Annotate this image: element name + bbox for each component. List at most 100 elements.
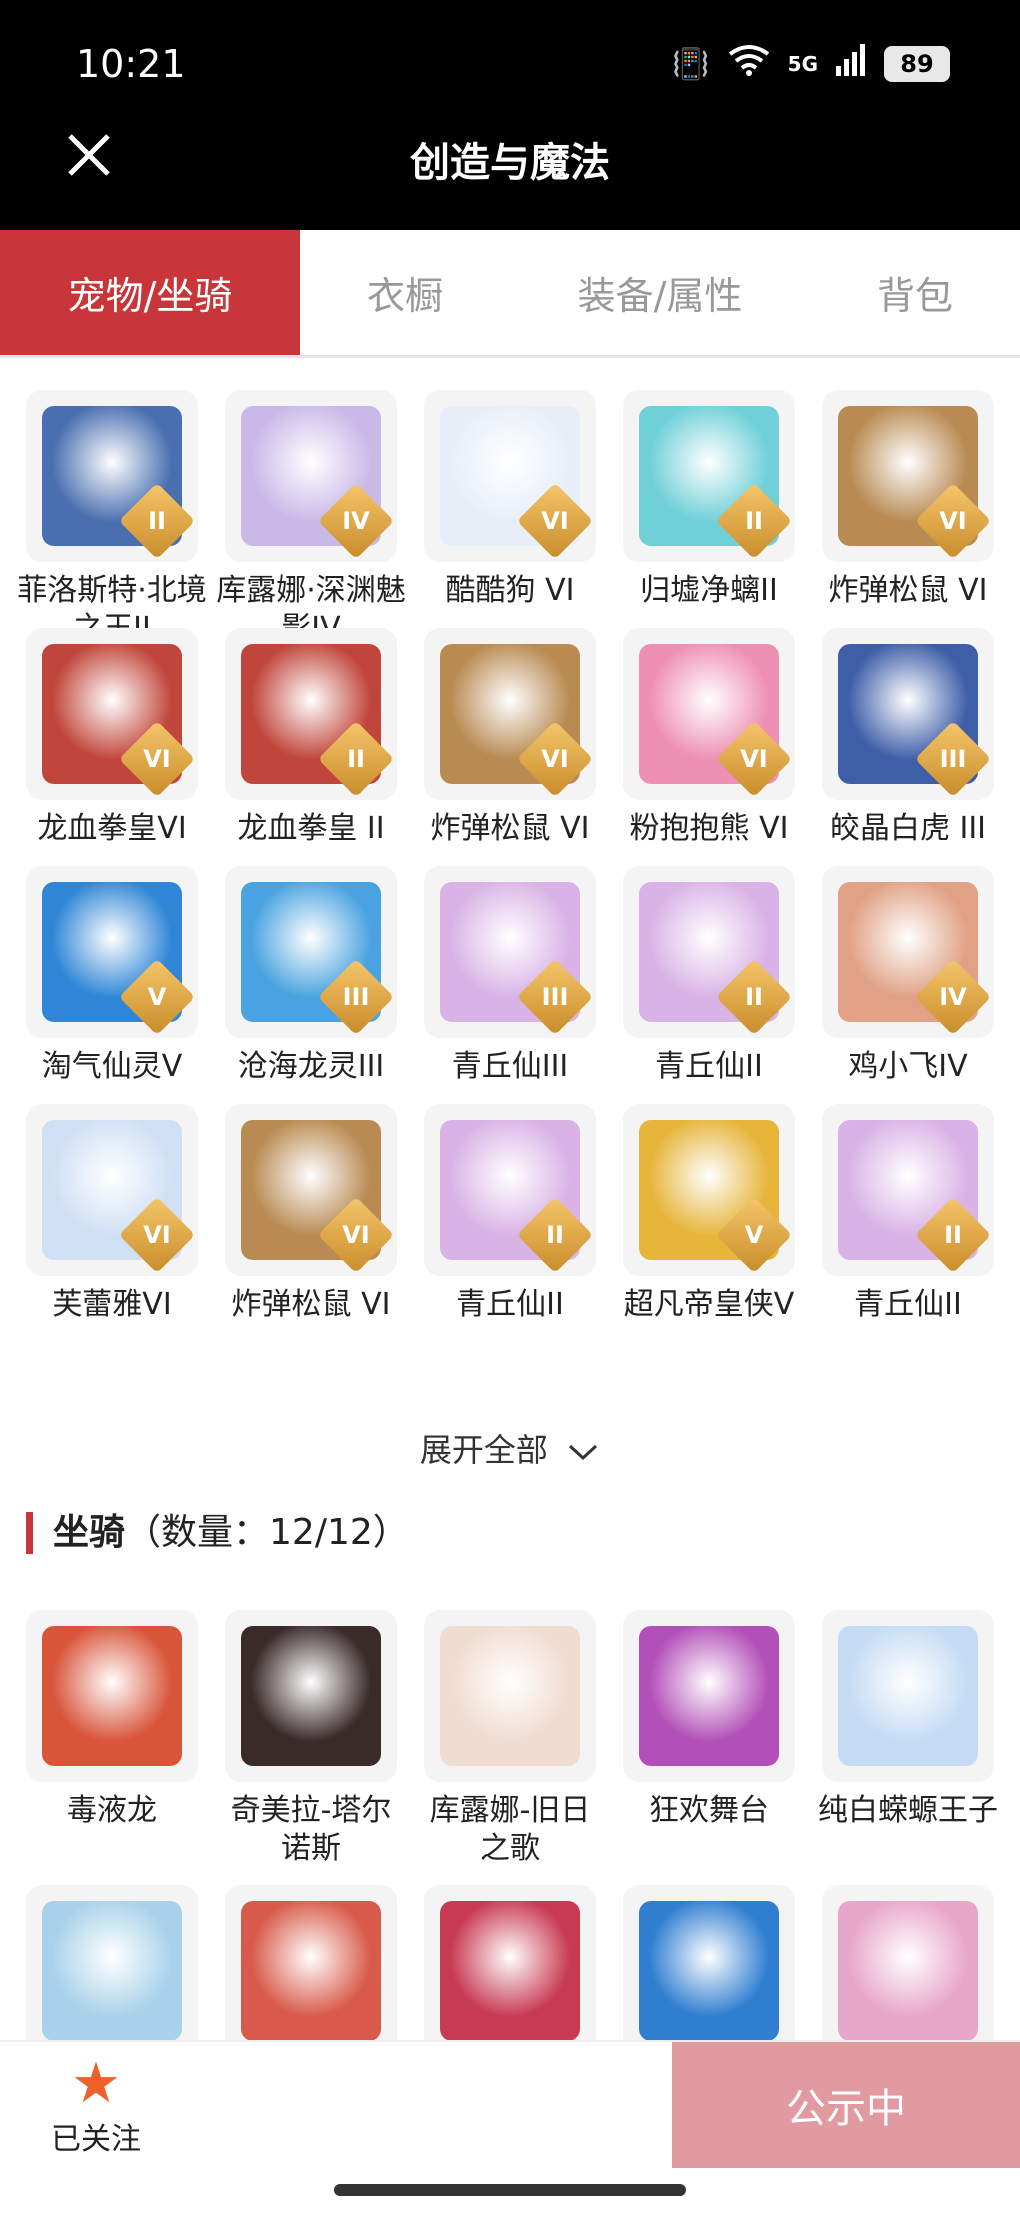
grade-label: III — [939, 745, 967, 773]
grade-badge: III — [914, 720, 992, 798]
grade-badge: VI — [317, 1196, 395, 1274]
grade-badge: II — [317, 720, 395, 798]
grade-badge: VI — [914, 482, 992, 560]
pet-item[interactable]: VI 炸弹松鼠 VI — [822, 390, 994, 610]
grade-label: VI — [740, 745, 768, 773]
pet-thumbnail: III — [822, 628, 994, 800]
grade-label: IV — [342, 507, 370, 535]
pet-name: 龙血拳皇VI — [37, 811, 187, 846]
tab-equipment[interactable]: 装备/属性 — [510, 230, 810, 355]
star-icon: ★ — [70, 2051, 122, 2116]
pet-name: 皎晶白虎 III — [829, 811, 987, 846]
mount-name: 狂欢舞台 — [649, 1793, 769, 1828]
character-art — [42, 1901, 182, 2041]
pet-thumbnail: VI — [26, 1104, 198, 1276]
pet-item[interactable]: II 青丘仙II — [822, 1104, 994, 1324]
grade-label: VI — [541, 507, 569, 535]
tab-wardrobe[interactable]: 衣橱 — [300, 230, 510, 355]
pet-thumbnail: VI — [424, 628, 596, 800]
pet-item[interactable]: VI 龙血拳皇VI — [26, 628, 198, 848]
grade-badge: II — [914, 1196, 992, 1274]
mount-item[interactable]: 狂欢舞台 — [623, 1610, 795, 1830]
grade-badge: IV — [914, 958, 992, 1036]
pet-name: 沧海龙灵III — [237, 1049, 385, 1084]
grade-label: II — [745, 983, 763, 1011]
pet-thumbnail: VI — [26, 628, 198, 800]
pet-item[interactable]: III 皎晶白虎 III — [822, 628, 994, 848]
publish-button[interactable]: 公示中 — [672, 2042, 1020, 2168]
pet-item[interactable]: IV 鸡小飞IV — [822, 866, 994, 1086]
grade-badge: VI — [715, 720, 793, 798]
pet-item[interactable]: VI 炸弹松鼠 VI — [225, 1104, 397, 1324]
grade-label: II — [148, 507, 166, 535]
mount-item[interactable]: 毒液龙 — [26, 1610, 198, 1830]
tab-backpack[interactable]: 背包 — [810, 230, 1020, 355]
mount-thumbnail — [822, 1885, 994, 2057]
grade-badge: II — [118, 482, 196, 560]
pet-item[interactable]: VI 粉抱抱熊 VI — [623, 628, 795, 848]
pet-name: 鸡小飞IV — [848, 1049, 968, 1084]
pet-item[interactable]: II 归墟净螭II — [623, 390, 795, 610]
mounts-section-title: 坐骑（数量：12/12） — [26, 1512, 409, 1554]
mount-name: 毒液龙 — [67, 1793, 157, 1828]
mount-thumbnail — [424, 1610, 596, 1782]
pet-name: 青丘仙II — [655, 1049, 763, 1084]
pet-item[interactable]: V 超凡帝皇侠V — [623, 1104, 795, 1324]
pet-item[interactable]: II 龙血拳皇 II — [225, 628, 397, 848]
follow-button[interactable]: ★ 已关注 — [46, 2054, 146, 2158]
grade-badge: VI — [118, 1196, 196, 1274]
pet-name: 炸弹松鼠 VI — [231, 1287, 391, 1322]
mount-item[interactable]: 库露娜-旧日之歌 — [424, 1610, 596, 1868]
pet-item[interactable]: VI 芙蕾雅VI — [26, 1104, 198, 1324]
pet-thumbnail: III — [424, 866, 596, 1038]
character-art — [440, 1901, 580, 2041]
mount-thumbnail — [225, 1885, 397, 2057]
pet-thumbnail: IV — [822, 866, 994, 1038]
home-indicator[interactable] — [334, 2184, 686, 2196]
mount-thumbnail — [424, 1885, 596, 2057]
grade-badge: III — [516, 958, 594, 1036]
page-title: 创造与魔法 — [410, 140, 610, 186]
pet-item[interactable]: IV库露娜·深渊魅影IV — [216, 390, 406, 648]
grade-label: VI — [541, 745, 569, 773]
grade-badge: II — [715, 482, 793, 560]
expand-all-button[interactable]: 展开全部 — [0, 1425, 1020, 1471]
pet-thumbnail: V — [26, 866, 198, 1038]
pet-item[interactable]: III 沧海龙灵III — [225, 866, 397, 1086]
grade-label: II — [944, 1221, 962, 1249]
follow-label: 已关注 — [51, 2122, 141, 2157]
pet-item[interactable]: II菲洛斯特·北境之王II — [17, 390, 207, 648]
pet-item[interactable]: V 淘气仙灵V — [26, 866, 198, 1086]
mount-item[interactable]: 奇美拉-塔尔诺斯 — [225, 1610, 397, 1868]
grade-badge: V — [715, 1196, 793, 1274]
pet-item[interactable]: III 青丘仙III — [424, 866, 596, 1086]
network-type: 5G — [787, 52, 818, 76]
grade-label: II — [745, 507, 763, 535]
pet-thumbnail: II — [623, 390, 795, 562]
vibrate-icon: 📳 — [672, 46, 710, 82]
pet-name: 超凡帝皇侠V — [623, 1287, 795, 1322]
pet-item[interactable]: II 青丘仙II — [424, 1104, 596, 1324]
grade-label: V — [744, 1221, 764, 1249]
pet-thumbnail: IV — [225, 390, 397, 562]
pet-thumbnail: VI — [424, 390, 596, 562]
pet-name: 酷酷狗 VI — [445, 573, 575, 608]
grade-label: VI — [143, 745, 171, 773]
pet-name: 青丘仙II — [456, 1287, 564, 1322]
pet-thumbnail: III — [225, 866, 397, 1038]
pet-item[interactable]: II 青丘仙II — [623, 866, 795, 1086]
mount-thumbnail — [26, 1885, 198, 2057]
pet-item[interactable]: VI 炸弹松鼠 VI — [424, 628, 596, 848]
battery-indicator: 89 — [884, 46, 950, 82]
pet-item[interactable]: VI 酷酷狗 VI — [424, 390, 596, 610]
mount-thumbnail — [623, 1610, 795, 1782]
tab-pets-mounts[interactable]: 宠物/坐骑 — [0, 230, 300, 355]
pet-thumbnail: II — [26, 390, 198, 562]
mount-thumbnail — [225, 1610, 397, 1782]
character-art — [241, 1626, 381, 1766]
pet-name: 粉抱抱熊 VI — [629, 811, 789, 846]
mount-item[interactable]: 纯白蝾螈王子 — [818, 1610, 998, 1830]
grade-label: II — [546, 1221, 564, 1249]
pet-thumbnail: II — [822, 1104, 994, 1276]
mount-thumbnail — [26, 1610, 198, 1782]
